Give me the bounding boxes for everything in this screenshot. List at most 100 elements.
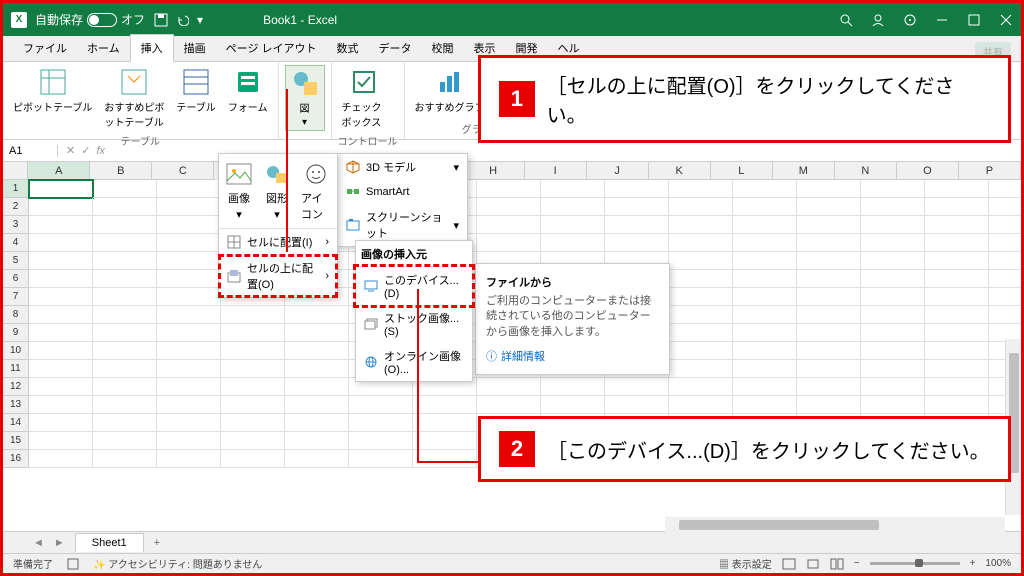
cell[interactable] bbox=[669, 360, 733, 378]
col-header[interactable]: K bbox=[649, 162, 711, 180]
cell[interactable] bbox=[29, 180, 93, 198]
cell[interactable] bbox=[285, 360, 349, 378]
col-header[interactable]: A bbox=[28, 162, 90, 180]
cell[interactable] bbox=[925, 324, 989, 342]
zoom-slider[interactable] bbox=[870, 562, 960, 565]
cell[interactable] bbox=[669, 378, 733, 396]
cell[interactable] bbox=[93, 432, 157, 450]
cell[interactable] bbox=[157, 396, 221, 414]
tab-review[interactable]: 校閲 bbox=[422, 35, 464, 61]
cell[interactable] bbox=[797, 378, 861, 396]
cell[interactable] bbox=[989, 288, 1021, 306]
cell[interactable] bbox=[669, 234, 733, 252]
col-header[interactable]: B bbox=[90, 162, 152, 180]
cell[interactable] bbox=[733, 288, 797, 306]
cell[interactable] bbox=[221, 450, 285, 468]
cell[interactable] bbox=[93, 270, 157, 288]
cell[interactable] bbox=[925, 180, 989, 198]
cell[interactable] bbox=[861, 288, 925, 306]
cell[interactable] bbox=[157, 342, 221, 360]
cell[interactable] bbox=[157, 378, 221, 396]
horizontal-scrollbar[interactable] bbox=[665, 517, 1005, 533]
cell[interactable] bbox=[669, 342, 733, 360]
cancel-icon[interactable]: ✕ bbox=[66, 144, 75, 157]
col-header[interactable]: P bbox=[959, 162, 1021, 180]
cell[interactable] bbox=[733, 342, 797, 360]
tab-data[interactable]: データ bbox=[369, 35, 422, 61]
col-header[interactable]: J bbox=[587, 162, 649, 180]
cell[interactable] bbox=[349, 396, 413, 414]
cell[interactable] bbox=[29, 198, 93, 216]
cell[interactable] bbox=[797, 270, 861, 288]
cell[interactable] bbox=[93, 360, 157, 378]
enter-icon[interactable]: ✓ bbox=[81, 144, 90, 157]
cell[interactable] bbox=[861, 198, 925, 216]
cell[interactable] bbox=[733, 198, 797, 216]
cell[interactable] bbox=[797, 198, 861, 216]
cell[interactable] bbox=[733, 234, 797, 252]
cell[interactable] bbox=[861, 324, 925, 342]
cell[interactable] bbox=[861, 234, 925, 252]
row-header[interactable]: 13 bbox=[3, 396, 29, 414]
this-device-item[interactable]: このデバイス...(D) bbox=[356, 267, 472, 305]
col-header[interactable]: L bbox=[711, 162, 773, 180]
smartart-item[interactable]: SmartArt bbox=[338, 180, 467, 204]
cell[interactable] bbox=[93, 396, 157, 414]
cell[interactable] bbox=[733, 270, 797, 288]
cell[interactable] bbox=[541, 180, 605, 198]
cell[interactable] bbox=[797, 306, 861, 324]
cell[interactable] bbox=[285, 414, 349, 432]
cell[interactable] bbox=[157, 180, 221, 198]
cell[interactable] bbox=[93, 198, 157, 216]
cell[interactable] bbox=[797, 234, 861, 252]
tooltip-link[interactable]: ⓘ詳細情報 bbox=[486, 348, 659, 364]
place-over-cell-item[interactable]: セルの上に配置(O) › bbox=[219, 255, 337, 297]
cell[interactable] bbox=[797, 324, 861, 342]
macro-icon[interactable] bbox=[67, 558, 79, 570]
cell[interactable] bbox=[797, 252, 861, 270]
cell[interactable] bbox=[221, 414, 285, 432]
cell[interactable] bbox=[861, 180, 925, 198]
cell[interactable] bbox=[925, 270, 989, 288]
row-header[interactable]: 9 bbox=[3, 324, 29, 342]
cell[interactable] bbox=[669, 396, 733, 414]
cell[interactable] bbox=[29, 252, 93, 270]
cell[interactable] bbox=[477, 234, 541, 252]
help-icon[interactable] bbox=[903, 13, 917, 27]
cell[interactable] bbox=[285, 306, 349, 324]
accessibility-status[interactable]: ✨ アクセシビリティ: 問題ありません bbox=[93, 556, 262, 571]
cell[interactable] bbox=[925, 306, 989, 324]
cell[interactable] bbox=[861, 216, 925, 234]
tab-layout[interactable]: ページ レイアウト bbox=[216, 35, 327, 61]
cell[interactable] bbox=[349, 432, 413, 450]
zoom-in[interactable]: + bbox=[970, 558, 976, 569]
cell[interactable] bbox=[157, 216, 221, 234]
cell[interactable] bbox=[93, 216, 157, 234]
cell[interactable] bbox=[733, 378, 797, 396]
name-box[interactable]: A1 bbox=[3, 145, 58, 157]
sheet-nav-next[interactable]: ► bbox=[54, 537, 65, 549]
stock-image-item[interactable]: ストック画像...(S) bbox=[356, 305, 472, 343]
tab-insert[interactable]: 挿入 bbox=[130, 34, 174, 62]
cell[interactable] bbox=[861, 306, 925, 324]
cell[interactable] bbox=[221, 342, 285, 360]
cell[interactable] bbox=[925, 342, 989, 360]
col-header[interactable]: O bbox=[897, 162, 959, 180]
cell[interactable] bbox=[285, 450, 349, 468]
col-header[interactable]: H bbox=[463, 162, 525, 180]
cell[interactable] bbox=[605, 180, 669, 198]
cell[interactable] bbox=[413, 396, 477, 414]
cell[interactable] bbox=[93, 378, 157, 396]
cell[interactable] bbox=[157, 324, 221, 342]
cell[interactable] bbox=[669, 252, 733, 270]
cell[interactable] bbox=[733, 216, 797, 234]
insert-image-button[interactable]: 画像▾ bbox=[225, 160, 253, 222]
cell[interactable] bbox=[29, 432, 93, 450]
undo-icon[interactable] bbox=[177, 14, 189, 26]
row-header[interactable]: 15 bbox=[3, 432, 29, 450]
cell[interactable] bbox=[925, 234, 989, 252]
cell[interactable] bbox=[669, 198, 733, 216]
col-header[interactable]: C bbox=[152, 162, 214, 180]
cell[interactable] bbox=[925, 378, 989, 396]
cell[interactable] bbox=[733, 360, 797, 378]
